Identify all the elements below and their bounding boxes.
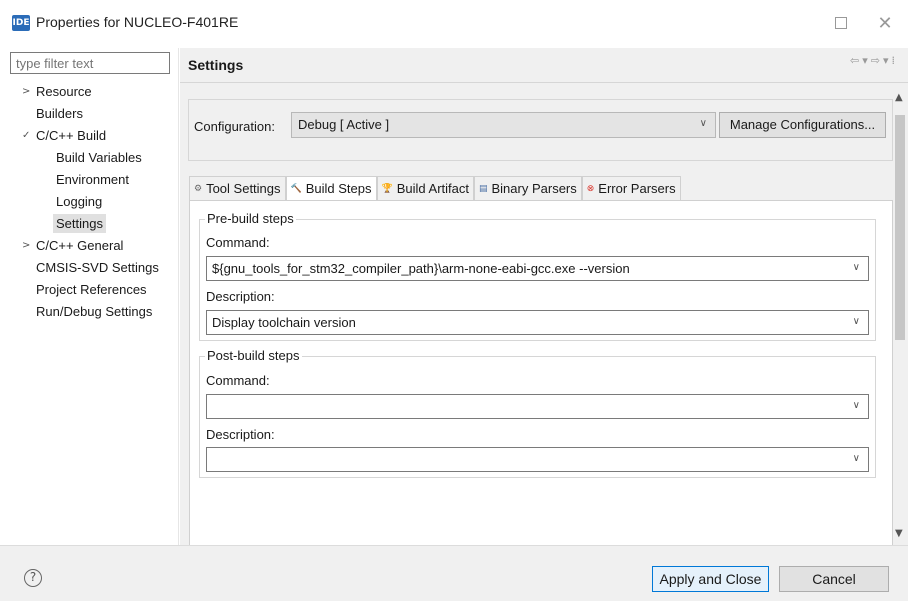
tab-label: Build Artifact	[396, 180, 469, 196]
more-icon[interactable]: ⁞	[892, 54, 899, 67]
tree-item-environment[interactable]: Environment	[10, 169, 180, 191]
tree-item-build-variables[interactable]: Build Variables	[10, 147, 180, 169]
properties-tree: > Resource Builders ✓ C/C++ Build Build …	[10, 81, 180, 323]
tab-bar: ⚙ Tool Settings 🔨 Build Steps 🏆 Build Ar…	[189, 176, 681, 201]
chevron-down-icon: ∨	[852, 400, 860, 411]
pane-splitter[interactable]	[178, 48, 179, 545]
tab-build-artifact[interactable]: 🏆 Build Artifact	[376, 176, 474, 200]
title-bar: IDE Properties for NUCLEO-F401RE ✕	[0, 0, 908, 46]
back-menu-icon[interactable]: ▾	[862, 54, 871, 67]
scroll-down-icon[interactable]: ▼	[895, 528, 903, 539]
configuration-label: Configuration:	[194, 119, 275, 134]
close-button[interactable]: ✕	[862, 8, 908, 38]
chevron-down-icon[interactable]: ✓	[22, 125, 34, 147]
pre-build-title: Pre-build steps	[205, 211, 296, 226]
tree-item-label: Builders	[36, 106, 83, 121]
tree-item-label: CMSIS-SVD Settings	[36, 260, 159, 275]
tree-item-label: Project References	[36, 282, 147, 297]
configuration-value: Debug [ Active ]	[298, 117, 390, 132]
manage-configurations-button[interactable]: Manage Configurations...	[719, 112, 886, 138]
tab-build-steps[interactable]: 🔨 Build Steps	[285, 176, 377, 201]
tree-item-run-debug-settings[interactable]: Run/Debug Settings	[10, 301, 180, 323]
chevron-down-icon: ∨	[852, 453, 860, 464]
cancel-button[interactable]: Cancel	[779, 566, 889, 592]
pre-build-command-label: Command:	[206, 235, 270, 250]
window-title: Properties for NUCLEO-F401RE	[36, 14, 239, 30]
binary-parsers-icon: ▤	[478, 183, 488, 194]
pre-build-description-combo[interactable]: Display toolchain version ∨	[206, 310, 869, 335]
tree-item-label: Resource	[36, 84, 92, 99]
button-bar	[0, 545, 908, 601]
tree-item-project-references[interactable]: Project References	[10, 279, 180, 301]
pre-build-command-value: ${gnu_tools_for_stm32_compiler_path}\arm…	[212, 261, 630, 276]
back-arrow-icon[interactable]: ⇦	[850, 54, 862, 67]
title-separator	[180, 82, 908, 83]
app-icon: IDE	[12, 15, 30, 31]
tree-item-label: C/C++ Build	[36, 128, 107, 143]
configuration-select[interactable]: Debug [ Active ] ∨	[291, 112, 716, 138]
post-build-description-combo[interactable]: ∨	[206, 447, 869, 472]
pre-build-description-label: Description:	[206, 289, 275, 304]
filter-input[interactable]	[10, 52, 170, 74]
tree-item-label: Settings	[53, 214, 106, 233]
tree-item-builders[interactable]: Builders	[10, 103, 180, 125]
tree-item-cmsis-svd-settings[interactable]: CMSIS-SVD Settings	[10, 257, 180, 279]
apply-and-close-button[interactable]: Apply and Close	[652, 566, 769, 592]
scroll-up-icon[interactable]: ▲	[895, 92, 903, 103]
forward-arrow-icon[interactable]: ⇨	[871, 54, 883, 67]
tree-item-label: Logging	[56, 194, 103, 209]
tab-label: Binary Parsers	[491, 180, 577, 196]
tree-item-resource[interactable]: > Resource	[10, 81, 180, 103]
history-navigation[interactable]: ⇦▾⇨▾⁞	[850, 54, 898, 67]
post-build-command-label: Command:	[206, 373, 270, 388]
build-steps-icon: 🔨	[290, 184, 302, 194]
close-icon: ✕	[877, 12, 893, 34]
scrollbar-thumb[interactable]	[895, 115, 905, 340]
tab-label: Build Steps	[305, 181, 372, 196]
tab-error-parsers[interactable]: ⊗ Error Parsers	[581, 176, 681, 200]
pre-build-command-combo[interactable]: ${gnu_tools_for_stm32_compiler_path}\arm…	[206, 256, 869, 281]
forward-menu-icon[interactable]: ▾	[883, 54, 892, 67]
error-parsers-icon: ⊗	[586, 183, 595, 194]
pre-build-description-value: Display toolchain version	[212, 315, 356, 330]
post-build-title: Post-build steps	[205, 348, 302, 363]
chevron-down-icon: ∨	[852, 316, 860, 327]
tab-binary-parsers[interactable]: ▤ Binary Parsers	[473, 176, 582, 200]
post-build-command-combo[interactable]: ∨	[206, 394, 869, 419]
tree-item-label: Run/Debug Settings	[36, 304, 153, 319]
chevron-right-icon[interactable]: >	[22, 235, 34, 257]
maximize-icon	[835, 17, 847, 29]
post-build-description-label: Description:	[206, 427, 275, 442]
tab-label: Error Parsers	[598, 180, 676, 196]
page-title: Settings	[188, 57, 244, 73]
chevron-down-icon: ∨	[852, 262, 860, 273]
build-artifact-icon: 🏆	[381, 183, 393, 194]
tree-item-cpp-general[interactable]: > C/C++ General	[10, 235, 180, 257]
tree-item-label: Environment	[56, 172, 129, 187]
tree-item-label: C/C++ General	[36, 238, 124, 253]
chevron-down-icon: ∨	[699, 118, 707, 129]
tool-settings-icon: ⚙	[194, 183, 203, 194]
tree-item-label: Build Variables	[56, 150, 142, 165]
tab-tool-settings[interactable]: ⚙ Tool Settings	[189, 176, 286, 200]
tree-item-cpp-build[interactable]: ✓ C/C++ Build	[10, 125, 180, 147]
tab-label: Tool Settings	[206, 180, 281, 196]
help-icon[interactable]: ?	[24, 569, 42, 587]
maximize-button[interactable]	[818, 8, 864, 38]
tree-item-logging[interactable]: Logging	[10, 191, 180, 213]
tree-item-settings[interactable]: Settings	[10, 213, 180, 235]
chevron-right-icon[interactable]: >	[22, 81, 34, 103]
